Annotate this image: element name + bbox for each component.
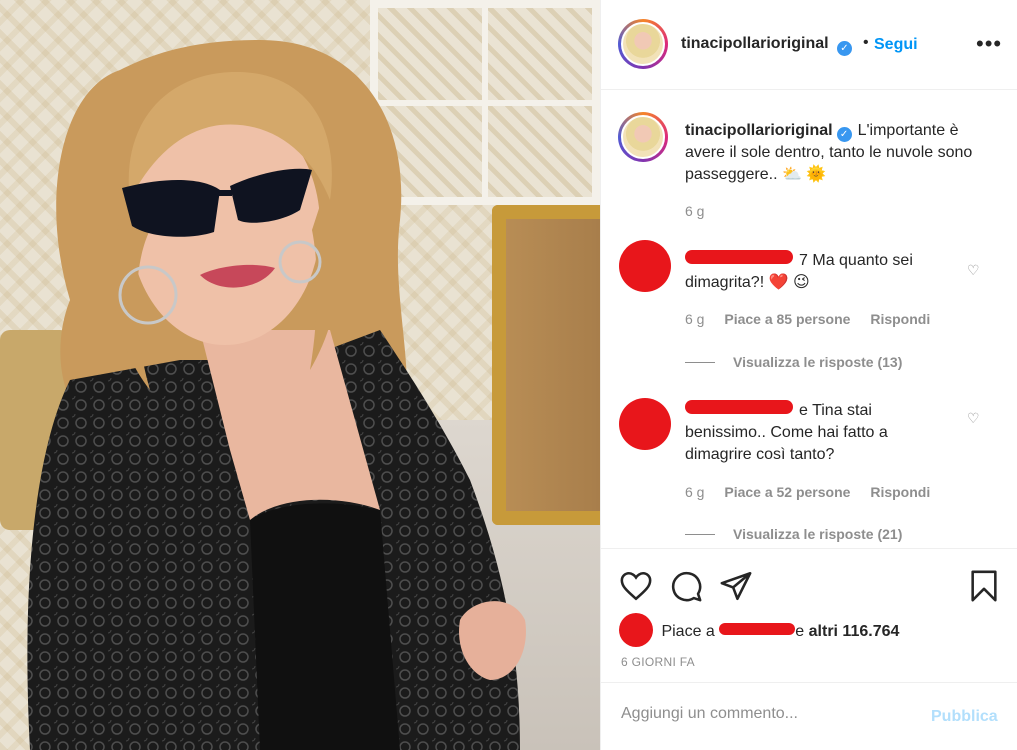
comment-username-suffix: 7 xyxy=(799,252,808,269)
post-timestamp[interactable]: 6 GIORNI FA xyxy=(621,655,695,669)
comment-avatar[interactable] xyxy=(619,398,671,450)
share-icon[interactable] xyxy=(719,569,753,603)
heart-icon[interactable] xyxy=(619,569,653,603)
comment-likes[interactable]: Piace a 52 persone xyxy=(724,484,850,500)
replies-divider-line xyxy=(685,362,715,363)
comment-avatar[interactable] xyxy=(619,240,671,292)
likes-summary[interactable]: Piace a e altri 116.764 xyxy=(619,613,899,647)
comment-input[interactable] xyxy=(621,705,911,723)
caption-time[interactable]: 6 g xyxy=(685,203,704,219)
more-options-icon[interactable]: ••• xyxy=(976,31,1002,57)
replies-divider-line xyxy=(685,534,715,535)
likes-prefix: Piace a xyxy=(661,623,715,640)
view-replies-button[interactable]: Visualizza le risposte (13) xyxy=(685,354,902,370)
caption-verified-badge-icon: ✓ xyxy=(836,127,852,142)
comment-like-heart-icon[interactable]: ♡ xyxy=(967,262,980,279)
comment-username-redacted[interactable] xyxy=(685,400,793,414)
verified-badge-icon: ✓ xyxy=(833,36,852,56)
comment-reply-button[interactable]: Rispondi xyxy=(870,311,930,327)
person-illustration xyxy=(27,40,526,750)
comment-username-redacted[interactable] xyxy=(685,250,793,264)
author-avatar[interactable] xyxy=(618,19,668,69)
post-details-panel: tinacipollarioriginal ✓ • Segui ••• tina… xyxy=(600,0,1017,750)
comment-icon[interactable] xyxy=(669,569,703,603)
author-username[interactable]: tinacipollarioriginal xyxy=(681,35,829,53)
caption-emoji: ⛅ 🌞 xyxy=(781,166,827,183)
liker-avatar[interactable] xyxy=(619,613,653,647)
caption-username[interactable]: tinacipollarioriginal xyxy=(685,122,833,139)
comment-reply-button[interactable]: Rispondi xyxy=(870,484,930,500)
caption-avatar[interactable] xyxy=(618,112,668,162)
publish-button[interactable]: Pubblica xyxy=(931,708,998,726)
post-header: tinacipollarioriginal ✓ • Segui ••• xyxy=(601,0,1017,90)
view-replies-button[interactable]: Visualizza le risposte (21) xyxy=(685,526,902,542)
follow-button[interactable]: Segui xyxy=(874,36,918,54)
separator-dot: • xyxy=(863,34,869,51)
bookmark-icon[interactable] xyxy=(967,569,1001,603)
add-comment-bar: Pubblica xyxy=(601,682,1017,750)
comment-username-suffix: e xyxy=(799,402,808,419)
comment-time[interactable]: 6 g xyxy=(685,484,704,500)
post-photo[interactable] xyxy=(0,0,600,750)
comment-likes[interactable]: Piace a 85 persone xyxy=(724,311,850,327)
liker-username-redacted[interactable] xyxy=(719,623,796,635)
view-replies-label: Visualizza le risposte (21) xyxy=(733,526,903,542)
likes-suffix-char: e xyxy=(795,623,805,640)
comment-emoji: ❤️ 😉 xyxy=(768,274,810,291)
comment-like-heart-icon[interactable]: ♡ xyxy=(967,410,980,427)
view-replies-label: Visualizza le risposte (13) xyxy=(733,354,903,370)
comment-time[interactable]: 6 g xyxy=(685,311,704,327)
likes-others-count[interactable]: altri 116.764 xyxy=(809,623,900,640)
